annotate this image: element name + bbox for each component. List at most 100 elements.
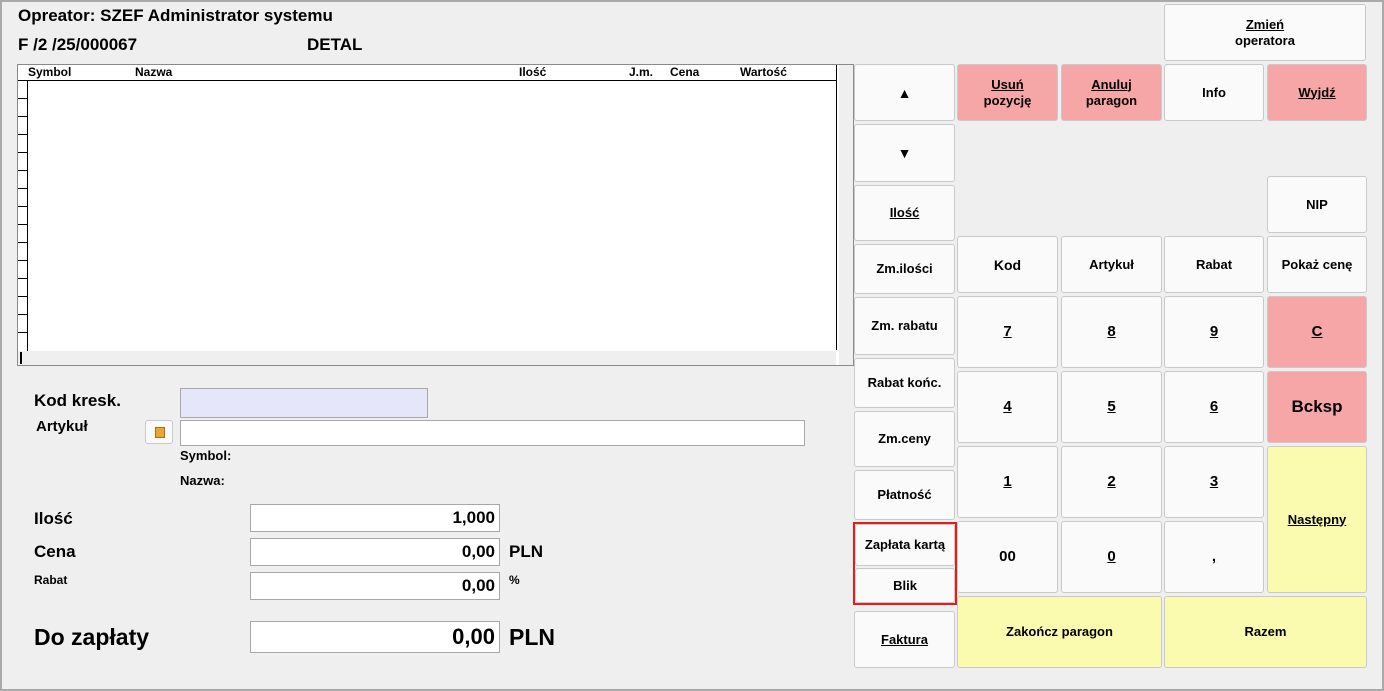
price-currency: PLN [509,542,543,561]
operator-label: Opreator: SZEF Administrator systemu [18,6,333,25]
key-2[interactable]: 2 [1061,446,1162,518]
col-price[interactable]: Cena [670,65,699,79]
article-lookup-button[interactable] [145,420,173,444]
arrow-up-icon: ▲ [897,84,912,101]
discount-button-label: Rabat [1195,256,1233,272]
cancel-receipt-label-2: paragon [1085,92,1138,108]
discount-unit: % [509,573,520,587]
discount-button[interactable]: Rabat [1164,236,1264,293]
col-value[interactable]: Wartość [740,65,787,79]
payment-button[interactable]: Płatność [854,470,955,520]
article-button[interactable]: Artykuł [1061,236,1162,293]
change-quantity-label: Zm.ilości [876,261,933,276]
key-00[interactable]: 00 [957,521,1058,593]
quantity-button-label: Ilość [889,205,920,220]
row-indicators [18,81,28,361]
change-operator-label-2: operatora [1235,32,1295,48]
blik-button[interactable]: Blik [855,568,955,603]
key-7-label: 7 [1003,323,1012,340]
invoice-button[interactable]: Faktura [854,611,955,668]
show-price-button[interactable]: Pokaż cenę [1267,236,1367,293]
cancel-receipt-label-1: Anuluj [1091,76,1132,92]
final-discount-button[interactable]: Rabat końc. [854,358,955,408]
price-input[interactable]: 0,00 [250,538,500,566]
delete-item-button[interactable]: Usuń pozycję [957,64,1058,121]
horizontal-scrollbar[interactable] [18,351,836,365]
quantity-input[interactable]: 1,000 [250,504,500,532]
change-price-label: Zm.ceny [878,431,931,446]
delete-item-label-1: Usuń [991,76,1024,92]
key-3[interactable]: 3 [1164,446,1264,518]
discount-label: Rabat [34,573,68,587]
code-button[interactable]: Kod [957,236,1058,293]
blik-label: Blik [893,577,917,593]
key-0-label: 0 [1107,548,1116,565]
key-1[interactable]: 1 [957,446,1058,518]
card-payment-button[interactable]: Zapłata kartą [855,524,955,566]
exit-button[interactable]: Wyjdź [1267,64,1367,121]
card-payment-label: Zapłata kartą [864,537,946,552]
change-operator-button[interactable]: Zmień operatora [1164,4,1366,61]
pos-window: Opreator: SZEF Administrator systemu F /… [0,0,1384,691]
col-quantity[interactable]: Ilość [519,65,546,79]
key-6-label: 6 [1209,398,1219,415]
arrow-up-button[interactable]: ▲ [854,64,955,121]
change-discount-button[interactable]: Zm. rabatu [854,297,955,355]
table-header: Symbol Nazwa Ilość J.m. Cena Wartość [18,65,836,81]
article-input[interactable] [180,420,805,446]
catalog-icon [155,427,165,438]
info-button[interactable]: Info [1164,64,1264,121]
key-3-label: 3 [1209,473,1219,490]
col-name[interactable]: Nazwa [135,65,172,79]
price-mode: DETAL [307,35,363,54]
key-8[interactable]: 8 [1061,296,1162,368]
quantity-button[interactable]: Ilość [854,185,955,241]
col-unit[interactable]: J.m. [629,65,653,79]
key-00-label: 00 [999,548,1016,565]
price-label: Cena [34,542,76,561]
change-discount-label: Zm. rabatu [871,318,938,333]
payment-label: Płatność [877,487,932,502]
arrow-down-icon: ▼ [897,145,912,161]
next-button[interactable]: Następny [1267,446,1367,593]
key-5[interactable]: 5 [1061,371,1162,443]
arrow-down-button[interactable]: ▼ [854,124,955,182]
next-label: Następny [1287,511,1347,527]
total-button[interactable]: Razem [1164,596,1367,668]
clear-label: C [1311,323,1323,340]
symbol-label: Symbol: [180,448,232,463]
article-button-label: Artykuł [1089,256,1134,272]
clear-button[interactable]: C [1267,296,1367,368]
barcode-input[interactable] [180,388,428,418]
key-6[interactable]: 6 [1164,371,1264,443]
items-table[interactable]: Symbol Nazwa Ilość J.m. Cena Wartość [17,64,854,366]
vertical-scrollbar[interactable] [839,65,853,365]
change-operator-label-1: Zmień [1245,16,1285,32]
to-pay-value: 0,00 [250,621,500,653]
delete-item-label-2: pozycję [983,92,1032,108]
cancel-receipt-button[interactable]: Anuluj paragon [1061,64,1162,121]
exit-label: Wyjdź [1298,84,1336,100]
finish-receipt-label: Zakończ paragon [1006,624,1113,639]
change-price-button[interactable]: Zm.ceny [854,411,955,467]
key-1-label: 1 [1003,473,1012,490]
discount-input[interactable]: 0,00 [250,572,500,600]
document-number: F /2 /25/000067 [18,35,138,54]
nip-button[interactable]: NIP [1267,176,1367,233]
backspace-button[interactable]: Bcksp [1267,371,1367,443]
change-quantity-button[interactable]: Zm.ilości [854,244,955,294]
decimal-button[interactable]: , [1164,521,1264,593]
key-8-label: 8 [1107,323,1116,340]
key-4[interactable]: 4 [957,371,1058,443]
col-symbol[interactable]: Symbol [28,65,71,79]
name-label: Nazwa: [180,473,225,488]
barcode-label: Kod kresk. [34,391,121,410]
code-label: Kod [993,256,1022,273]
invoice-label: Faktura [881,631,928,647]
key-0[interactable]: 0 [1061,521,1162,593]
key-7[interactable]: 7 [957,296,1058,368]
key-4-label: 4 [1003,398,1012,415]
finish-receipt-button[interactable]: Zakończ paragon [957,596,1162,668]
key-9[interactable]: 9 [1164,296,1264,368]
final-discount-label: Rabat końc. [867,375,942,390]
